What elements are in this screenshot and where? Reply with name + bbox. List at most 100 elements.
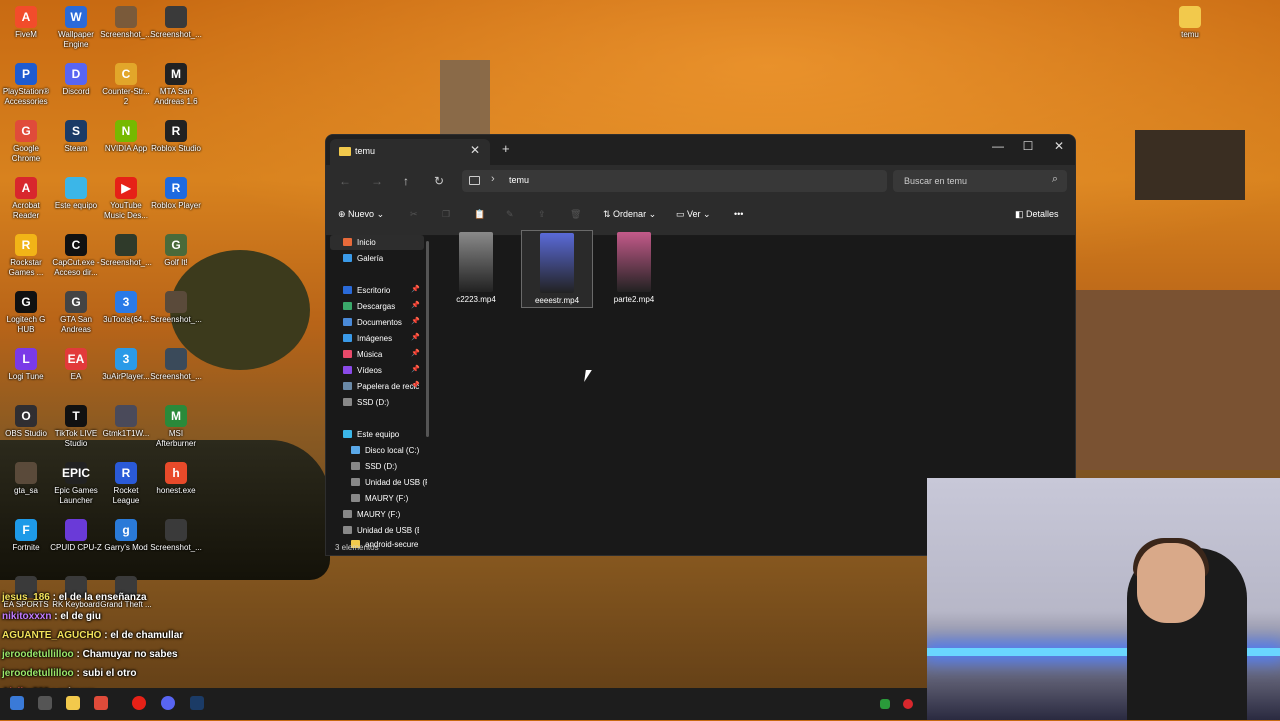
desktop-icon[interactable]: EA EA <box>50 348 102 382</box>
desktop-icon[interactable]: Screenshot_... <box>150 348 202 382</box>
nav-item[interactable]: MAURY (F:) <box>330 507 424 522</box>
more-options-icon[interactable]: ••• <box>734 209 743 219</box>
nav-item[interactable]: MAURY (F:) <box>330 491 424 506</box>
back-arrow-icon[interactable]: ← <box>339 174 351 188</box>
navigation-scrollbar[interactable] <box>426 241 429 437</box>
nav-item[interactable]: Unidad de USB (E:) <box>330 523 424 538</box>
desktop-icon[interactable]: Gtmk1T1W... <box>100 405 152 439</box>
desktop-icon-label: Counter-Str... 2 <box>102 87 150 106</box>
explorer-taskbar-icon[interactable] <box>66 696 80 710</box>
delete-icon[interactable]: 🗑 <box>570 209 581 220</box>
discord-taskbar-icon[interactable] <box>161 696 175 710</box>
nav-item[interactable]: Papelera de reciclaje📌 <box>330 379 424 394</box>
forward-arrow-icon[interactable]: → <box>371 174 383 188</box>
desktop-icon[interactable]: Este equipo <box>50 177 102 211</box>
tray-app-icon[interactable] <box>880 699 890 709</box>
details-button[interactable]: ◧ Detalles <box>1015 209 1059 220</box>
nav-item[interactable]: Inicio <box>330 235 424 250</box>
close-tab-icon[interactable]: ✕ <box>470 143 480 157</box>
nav-item[interactable]: Disco local (C:) <box>330 443 424 458</box>
desktop-icon[interactable]: gta_sa <box>0 462 52 496</box>
desktop-icon[interactable]: R Rockstar Games ... <box>0 234 52 278</box>
share-icon[interactable]: ⇪ <box>538 209 546 220</box>
nav-item[interactable]: Escritorio 📌 <box>330 283 424 298</box>
desktop-icon[interactable]: g Garry's Mod <box>100 519 152 553</box>
nav-item[interactable]: Descargas 📌 <box>330 299 424 314</box>
nav-item[interactable]: Música 📌 <box>330 347 424 362</box>
desktop-icon[interactable]: C Counter-Str... 2 <box>100 63 152 107</box>
refresh-icon[interactable]: ↻ <box>434 174 444 188</box>
desktop-icon[interactable]: Screenshot_... <box>150 291 202 325</box>
desktop-icon[interactable]: L Logi Tune <box>0 348 52 382</box>
desktop-icon[interactable]: Screenshot_... <box>100 6 152 40</box>
details-label: Detalles <box>1026 209 1059 219</box>
start-icon[interactable] <box>10 696 24 710</box>
file-item[interactable]: eeeestr.mp4 <box>521 230 593 308</box>
desktop-icon[interactable]: S Steam <box>50 120 102 154</box>
desktop-icon[interactable]: D Discord <box>50 63 102 97</box>
nav-item[interactable]: SSD (D:) <box>330 459 424 474</box>
nav-item-icon <box>351 446 360 454</box>
nav-item[interactable]: Unidad de USB (F:) <box>330 475 427 490</box>
desktop-icon[interactable]: Screenshot_... <box>150 6 202 40</box>
desktop-icon[interactable]: G GTA San Andreas <box>50 291 102 335</box>
desktop-icon[interactable]: W Wallpaper Engine <box>50 6 102 50</box>
desktop-icon[interactable]: A FiveM <box>0 6 52 40</box>
breadcrumb-folder[interactable]: temu <box>509 175 529 185</box>
file-item[interactable]: c2223.mp4 <box>441 230 511 306</box>
desktop-icon[interactable]: CPUID CPU-Z <box>50 519 102 553</box>
youtube-taskbar-icon[interactable] <box>132 696 146 710</box>
desktop-icon[interactable]: R Roblox Studio <box>150 120 202 154</box>
tray-record-icon[interactable] <box>903 699 913 709</box>
desktop-icon[interactable]: ▶ YouTube Music Des... <box>100 177 152 221</box>
app-icon: 3 <box>115 291 137 313</box>
nav-item[interactable]: Galería <box>330 251 424 266</box>
desktop-icon[interactable]: C CapCut.exe - Acceso dir... <box>50 234 102 278</box>
maximize-button[interactable]: ☐ <box>1013 139 1043 153</box>
desktop-icon[interactable]: Screenshot_... <box>150 519 202 553</box>
steam-taskbar-icon[interactable] <box>190 696 204 710</box>
desktop-icon[interactable]: T TikTok LIVE Studio <box>50 405 102 449</box>
paste-icon[interactable]: 📋 <box>474 209 485 220</box>
desktop-icon[interactable]: h honest.exe <box>150 462 202 496</box>
new-tab-button[interactable]: + <box>502 141 510 156</box>
desktop-icon[interactable]: EPIC Epic Games Launcher <box>50 462 102 506</box>
view-button[interactable]: ▭ Ver ⌄ <box>676 209 711 220</box>
cut-icon[interactable]: ✂ <box>410 209 418 220</box>
nav-item[interactable]: Imágenes 📌 <box>330 331 424 346</box>
search-input[interactable]: Buscar en temu ⌕ <box>893 170 1067 192</box>
nav-item-icon <box>343 350 352 358</box>
desktop-icon[interactable]: R Rocket League <box>100 462 152 506</box>
desktop-icon[interactable]: P PlayStation® Accessories <box>0 63 52 107</box>
copy-icon[interactable]: ❐ <box>442 209 450 220</box>
desktop-icon[interactable]: O OBS Studio <box>0 405 52 439</box>
search-taskbar-icon[interactable] <box>38 696 52 710</box>
desktop-icon[interactable]: Screenshot_... <box>100 234 152 268</box>
desktop-icon[interactable]: G Golf It! <box>150 234 202 268</box>
desktop-icon[interactable]: 3 3uAirPlayer... <box>100 348 152 382</box>
nav-item[interactable]: Este equipo <box>330 427 424 442</box>
desktop-icon[interactable]: A Acrobat Reader <box>0 177 52 221</box>
rename-icon[interactable]: ✎ <box>506 209 514 220</box>
tab-temu[interactable]: temu ✕ <box>330 139 490 165</box>
nav-item[interactable]: SSD (D:) <box>330 395 424 410</box>
nav-item[interactable]: Documentos 📌 <box>330 315 424 330</box>
desktop-icon[interactable]: G Logitech G HUB <box>0 291 52 335</box>
desktop-icon[interactable]: M MTA San Andreas 1.6 <box>150 63 202 107</box>
desktop-icon[interactable]: temu <box>1164 6 1216 40</box>
desktop-icon[interactable]: R Roblox Player <box>150 177 202 211</box>
desktop-icon[interactable]: M MSI Afterburner <box>150 405 202 449</box>
breadcrumb[interactable]: › temu <box>462 170 887 192</box>
nav-item[interactable]: Vídeos 📌 <box>330 363 424 378</box>
desktop-icon[interactable]: G Google Chrome <box>0 120 52 164</box>
desktop-icon[interactable]: F Fortnite <box>0 519 52 553</box>
close-window-button[interactable]: ✕ <box>1044 139 1074 153</box>
desktop-icon[interactable]: 3 3uTools(64... <box>100 291 152 325</box>
sort-button[interactable]: ⇅ Ordenar ⌄ <box>603 209 656 220</box>
minimize-button[interactable]: — <box>983 139 1013 153</box>
file-item[interactable]: parte2.mp4 <box>599 230 669 306</box>
up-arrow-icon[interactable]: ↑ <box>403 174 409 188</box>
chrome-taskbar-icon[interactable] <box>94 696 108 710</box>
new-button[interactable]: ⊕ Nuevo ⌄ <box>338 209 384 220</box>
desktop-icon[interactable]: N NVIDIA App <box>100 120 152 154</box>
